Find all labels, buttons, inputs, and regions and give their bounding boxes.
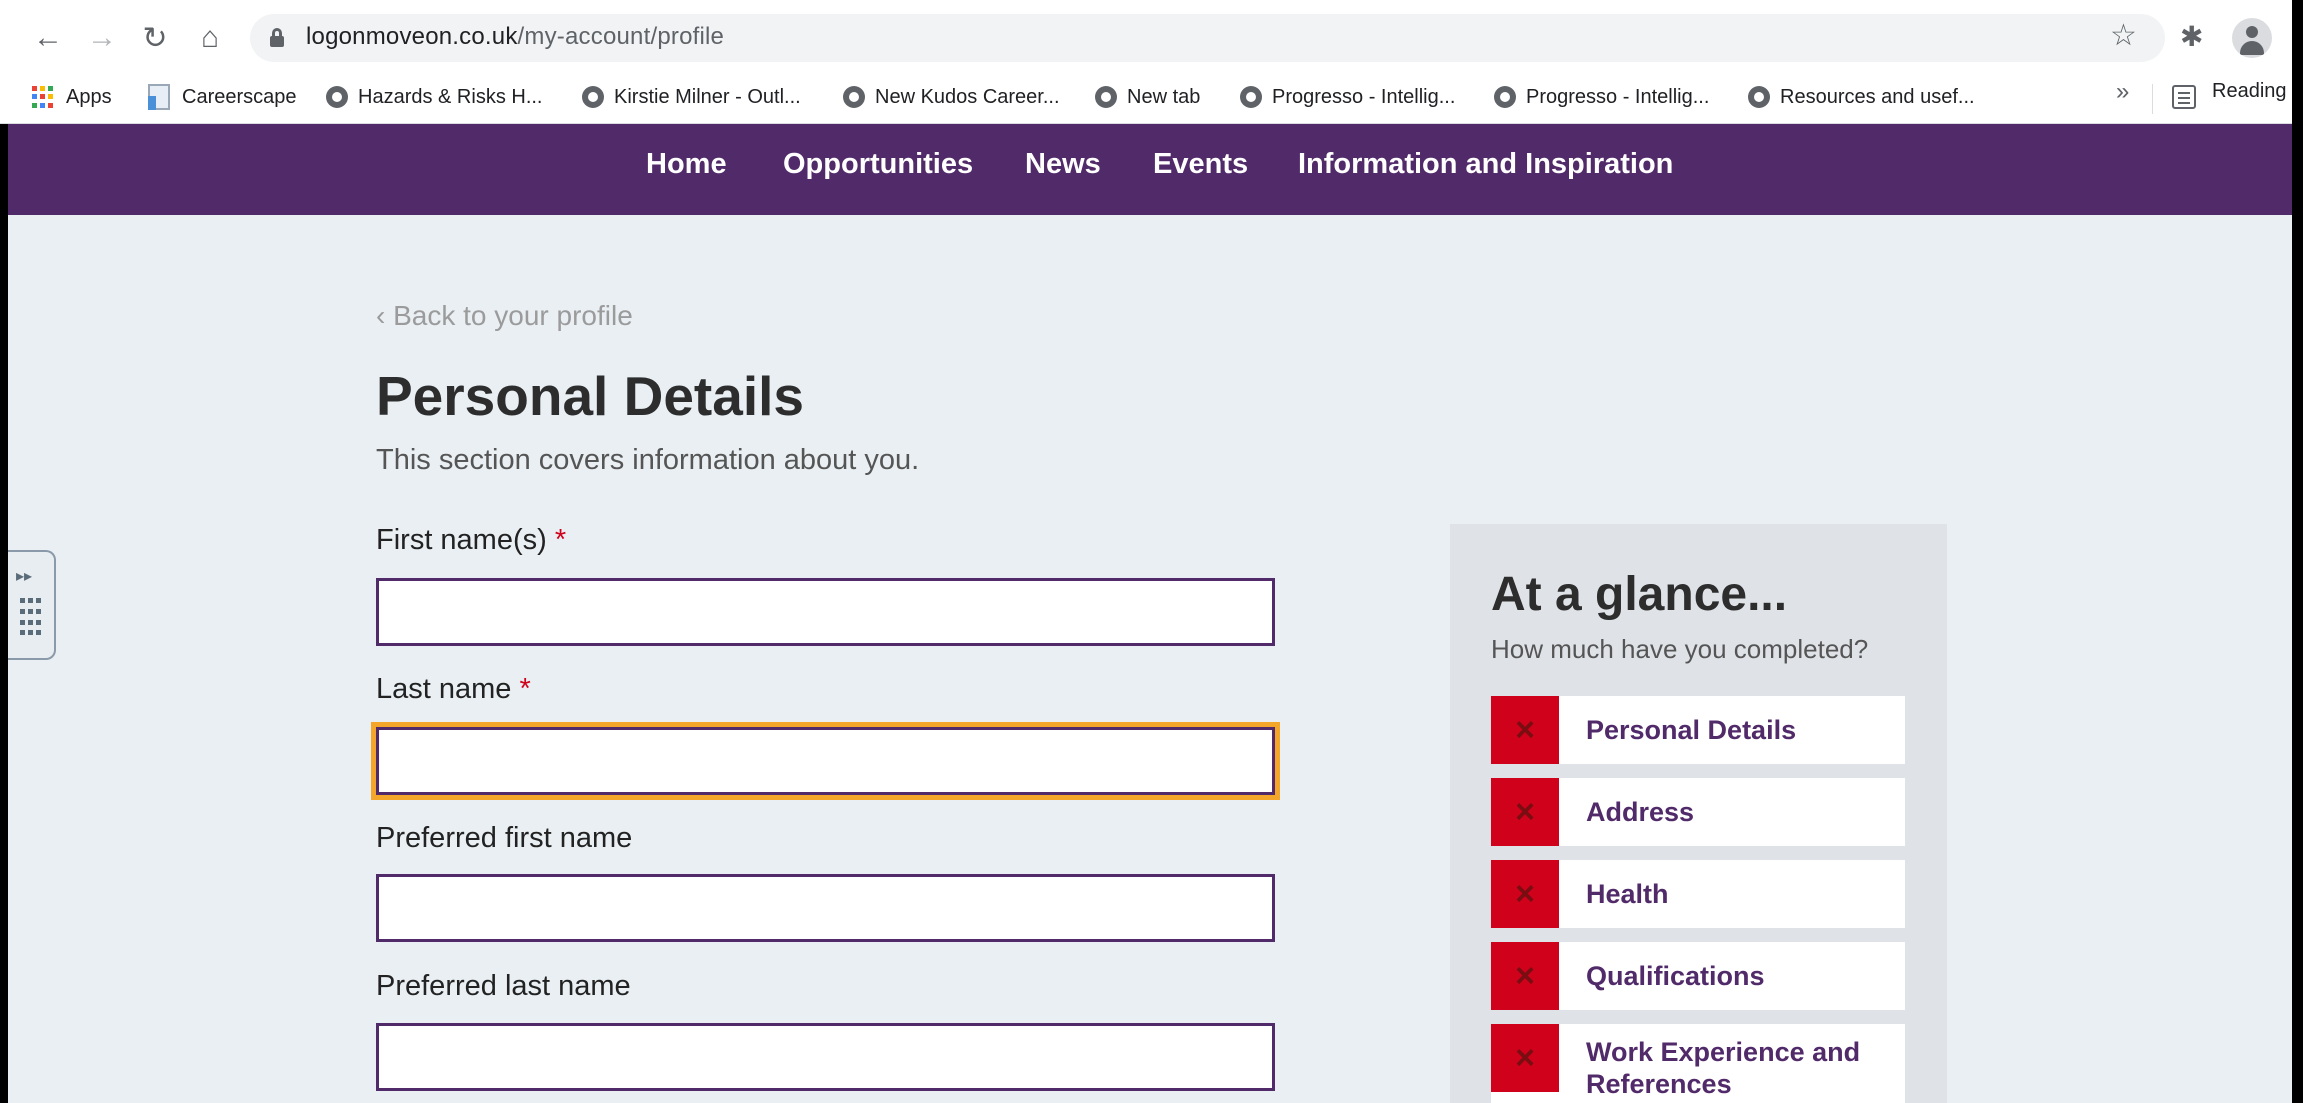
incomplete-x-icon: × bbox=[1491, 778, 1559, 846]
bookmark-careerscape[interactable]: Careerscape bbox=[148, 82, 297, 112]
profile-avatar-icon[interactable] bbox=[2232, 18, 2272, 58]
incomplete-x-icon: × bbox=[1491, 1024, 1559, 1092]
preferred-last-name-input[interactable] bbox=[379, 1026, 1272, 1088]
incomplete-x-icon: × bbox=[1491, 696, 1559, 764]
back-arrow-icon[interactable]: ← bbox=[28, 18, 68, 58]
bookmark-kirstie[interactable]: Kirstie Milner - Outl... bbox=[582, 82, 801, 112]
globe-icon bbox=[1748, 86, 1770, 108]
bookmarks-overflow-button[interactable]: » bbox=[2116, 78, 2129, 106]
drag-grip-icon bbox=[20, 598, 42, 638]
preferred-first-name-field[interactable] bbox=[376, 874, 1275, 942]
bookmarks-divider bbox=[2152, 84, 2153, 114]
required-marker: * bbox=[554, 524, 567, 556]
glance-item-personal-details[interactable]: × Personal Details bbox=[1491, 696, 1905, 764]
bookmark-progresso-1[interactable]: Progresso - Intellig... bbox=[1240, 82, 1455, 112]
first-name-label: First name(s) * bbox=[376, 524, 567, 556]
required-marker: * bbox=[519, 673, 531, 705]
preferred-last-name-label: Preferred last name bbox=[376, 970, 631, 1002]
last-name-field[interactable] bbox=[376, 727, 1275, 795]
last-name-label: Last name * bbox=[376, 673, 531, 705]
side-drawer-handle[interactable]: ▸▸ bbox=[8, 550, 56, 660]
page-subtitle: This section covers information about yo… bbox=[376, 444, 920, 476]
browser-toolbar: ← → ↻ ⌂ logonmoveon.co.uk/my-account/pro… bbox=[0, 0, 2292, 78]
nav-information-inspiration[interactable]: Information and Inspiration bbox=[1298, 148, 1673, 181]
bookmark-resources[interactable]: Resources and usef... bbox=[1748, 82, 1975, 112]
glance-item-qualifications[interactable]: × Qualifications bbox=[1491, 942, 1905, 1010]
at-a-glance-panel: At a glance... How much have you complet… bbox=[1450, 524, 1947, 1103]
reading-list-label[interactable]: Reading bbox=[2212, 80, 2287, 103]
nav-events[interactable]: Events bbox=[1153, 148, 1248, 181]
preferred-first-name-label: Preferred first name bbox=[376, 822, 633, 854]
bookmark-star-icon[interactable]: ☆ bbox=[2110, 18, 2137, 53]
url-text[interactable]: logonmoveon.co.uk/my-account/profile bbox=[306, 23, 724, 51]
first-name-field[interactable] bbox=[376, 578, 1275, 646]
globe-icon bbox=[1240, 86, 1262, 108]
reading-list-icon[interactable] bbox=[2172, 85, 2196, 109]
nav-news[interactable]: News bbox=[1025, 148, 1101, 181]
glance-question: How much have you completed? bbox=[1491, 634, 1869, 664]
globe-icon bbox=[326, 86, 348, 108]
globe-icon bbox=[1494, 86, 1516, 108]
extensions-icon[interactable]: ✱ bbox=[2180, 20, 2203, 53]
apps-grid-icon bbox=[32, 86, 54, 108]
preferred-last-name-field[interactable] bbox=[376, 1023, 1275, 1091]
expand-arrows-icon: ▸▸ bbox=[16, 568, 33, 585]
bookmark-progresso-2[interactable]: Progresso - Intellig... bbox=[1494, 82, 1709, 112]
forward-arrow-icon[interactable]: → bbox=[82, 18, 122, 58]
nav-opportunities[interactable]: Opportunities bbox=[783, 148, 973, 181]
page-content: Home Opportunities News Events Informati… bbox=[8, 124, 2292, 1103]
bookmarks-bar: Apps Careerscape Hazards & Risks H... Ki… bbox=[0, 70, 2292, 124]
incomplete-x-icon: × bbox=[1491, 860, 1559, 928]
home-icon[interactable]: ⌂ bbox=[190, 18, 230, 58]
bookmark-new-tab[interactable]: New tab bbox=[1095, 82, 1200, 112]
bookmark-hazards[interactable]: Hazards & Risks H... bbox=[326, 82, 542, 112]
bookmark-kudos[interactable]: New Kudos Career... bbox=[843, 82, 1060, 112]
last-name-input[interactable] bbox=[379, 730, 1272, 792]
back-to-profile-link[interactable]: ‹ Back to your profile bbox=[376, 300, 633, 332]
document-icon bbox=[148, 84, 170, 110]
preferred-first-name-input[interactable] bbox=[379, 877, 1272, 939]
reload-icon[interactable]: ↻ bbox=[135, 18, 175, 58]
incomplete-x-icon: × bbox=[1491, 942, 1559, 1010]
site-nav: Home Opportunities News Events Informati… bbox=[8, 124, 2292, 215]
glance-item-health[interactable]: × Health bbox=[1491, 860, 1905, 928]
globe-icon bbox=[843, 86, 865, 108]
nav-home[interactable]: Home bbox=[646, 148, 727, 181]
bookmark-apps[interactable]: Apps bbox=[32, 82, 112, 112]
globe-icon bbox=[582, 86, 604, 108]
lock-icon bbox=[270, 28, 284, 47]
globe-icon bbox=[1095, 86, 1117, 108]
page-title: Personal Details bbox=[376, 365, 804, 427]
glance-item-work-experience[interactable]: × Work Experience and References bbox=[1491, 1024, 1905, 1103]
first-name-input[interactable] bbox=[379, 581, 1272, 643]
glance-item-address[interactable]: × Address bbox=[1491, 778, 1905, 846]
glance-title: At a glance... bbox=[1491, 568, 1788, 621]
